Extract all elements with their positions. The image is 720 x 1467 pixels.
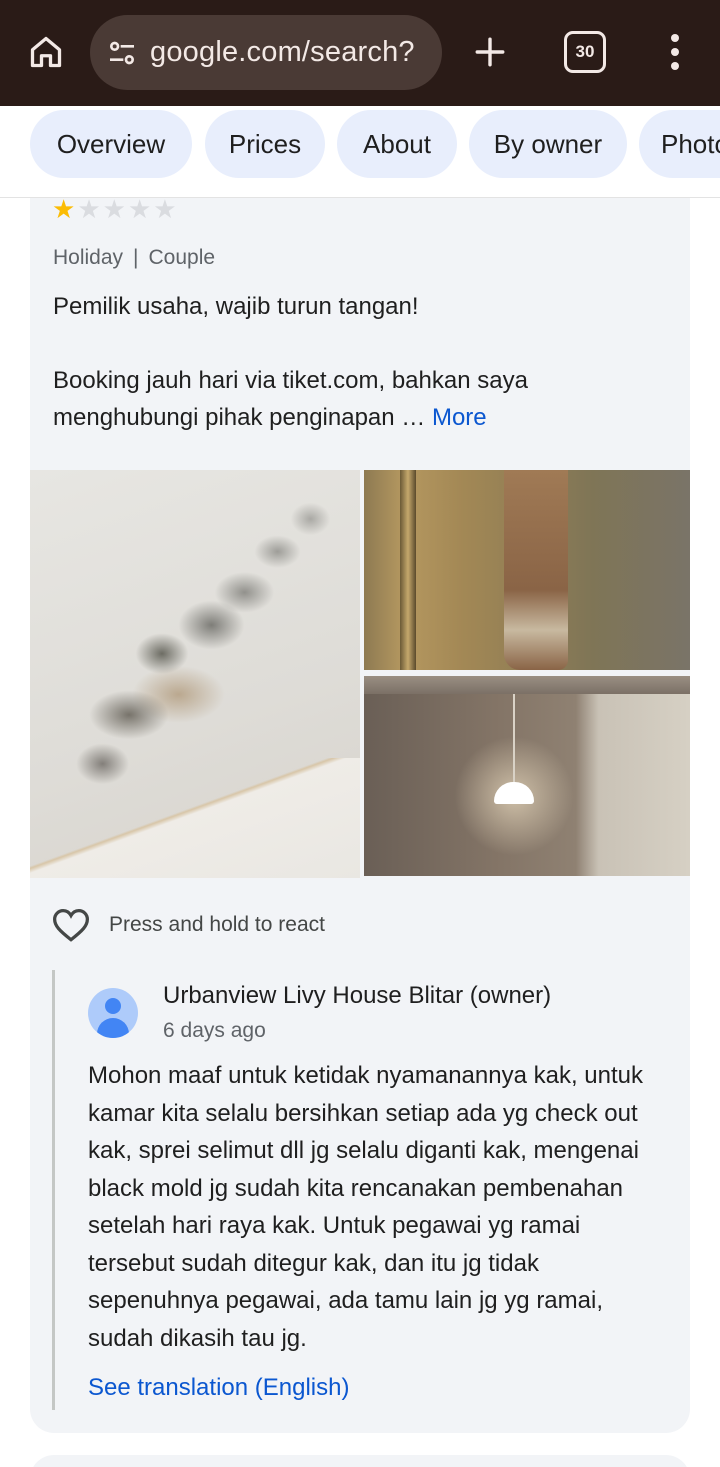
tab-photos[interactable]: Photos <box>639 110 720 178</box>
browser-toolbar: google.com/search? 30 <box>0 0 720 106</box>
tab-by-owner[interactable]: By owner <box>469 110 627 178</box>
star-empty-icon: ★ <box>102 194 126 224</box>
review-photo-lamp[interactable] <box>364 676 690 876</box>
avatar <box>88 988 138 1038</box>
tab-overview[interactable]: Overview <box>30 110 192 178</box>
star-filled-icon: ★ <box>52 194 76 224</box>
home-icon[interactable] <box>24 30 68 74</box>
review-photo-towel[interactable] <box>364 470 690 670</box>
star-rating: ★ ★ ★ ★ ★ <box>52 194 177 224</box>
review-meta: Holiday | Couple <box>53 246 215 270</box>
review-photo-mold[interactable] <box>30 470 360 878</box>
meta-separator: | <box>133 246 139 269</box>
next-review-card <box>30 1455 690 1467</box>
site-settings-icon[interactable] <box>104 35 140 71</box>
tab-about[interactable]: About <box>337 110 457 178</box>
reply-timestamp: 6 days ago <box>163 1019 266 1042</box>
star-empty-icon: ★ <box>127 194 152 224</box>
trip-type: Holiday <box>53 246 124 269</box>
heart-icon[interactable] <box>51 907 91 943</box>
new-tab-plus-icon[interactable] <box>468 30 512 74</box>
review-card: ★ ★ ★ ★ ★ Holiday | Couple Pemilik usaha, … <box>30 194 690 1433</box>
see-translation-link[interactable]: See translation (English) <box>88 1374 349 1402</box>
owner-reply-text: Mohon maaf untuk ketidak nyamanannya kak… <box>88 1062 643 1352</box>
travel-group: Couple <box>148 246 216 269</box>
owner-name: Urbanview Livy House Blitar (owner) <box>163 982 552 1009</box>
tab-switcher-icon[interactable]: 30 <box>564 31 606 73</box>
address-bar[interactable]: google.com/search? <box>90 15 442 90</box>
owner-reply: Urbanview Livy House Blitar (owner) 6 da… <box>52 970 662 1410</box>
more-link[interactable]: More <box>432 404 487 431</box>
tab-count: 30 <box>575 42 595 61</box>
more-vert-icon[interactable] <box>660 30 690 74</box>
url-text: google.com/search? <box>150 36 415 68</box>
react-row[interactable]: Press and hold to react <box>51 905 325 945</box>
react-label: Press and hold to react <box>109 913 325 936</box>
section-tabs: Overview Prices About By owner Photos <box>0 106 720 198</box>
review-title: Pemilik usaha, wajib turun tangan! <box>53 293 419 320</box>
review-body: Pemilik usaha, wajib turun tangan! Booki… <box>53 288 613 436</box>
star-empty-icon: ★ <box>77 194 101 224</box>
tab-prices[interactable]: Prices <box>205 110 325 178</box>
star-empty-icon: ★ <box>153 194 177 224</box>
